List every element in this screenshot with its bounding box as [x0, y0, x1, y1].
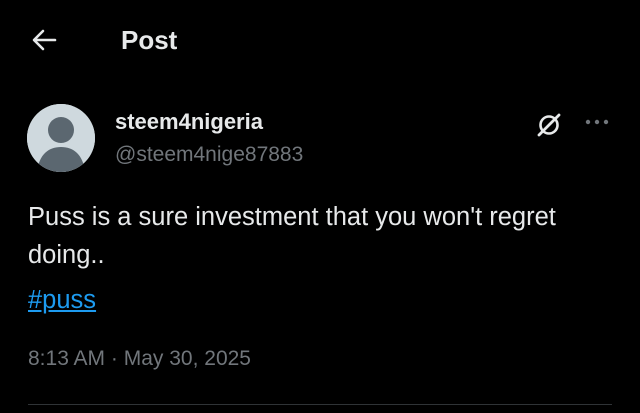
meta-separator: ·: [105, 347, 124, 370]
page-title: Post: [121, 25, 178, 55]
author-display-name[interactable]: steem4nigeria: [115, 108, 263, 136]
top-bar: Post: [0, 0, 640, 80]
post-text: Puss is a sure investment that you won't…: [28, 203, 556, 269]
grok-button[interactable]: [532, 108, 566, 142]
divider: [28, 404, 612, 405]
grok-icon: [537, 113, 561, 137]
post-timestamp: 8:13 AM · May 30, 2025: [28, 345, 251, 373]
default-user-avatar-icon: [27, 104, 95, 172]
post-date[interactable]: May 30, 2025: [124, 347, 251, 370]
avatar[interactable]: [27, 104, 95, 172]
more-horizontal-icon: [585, 119, 609, 125]
post-time[interactable]: 8:13 AM: [28, 347, 105, 370]
more-options-button[interactable]: [580, 108, 614, 136]
arrow-left-icon: [32, 29, 57, 51]
back-button[interactable]: [28, 24, 60, 56]
author-handle[interactable]: @steem4nige87883: [115, 141, 303, 169]
hashtag-link[interactable]: #puss: [28, 281, 96, 319]
